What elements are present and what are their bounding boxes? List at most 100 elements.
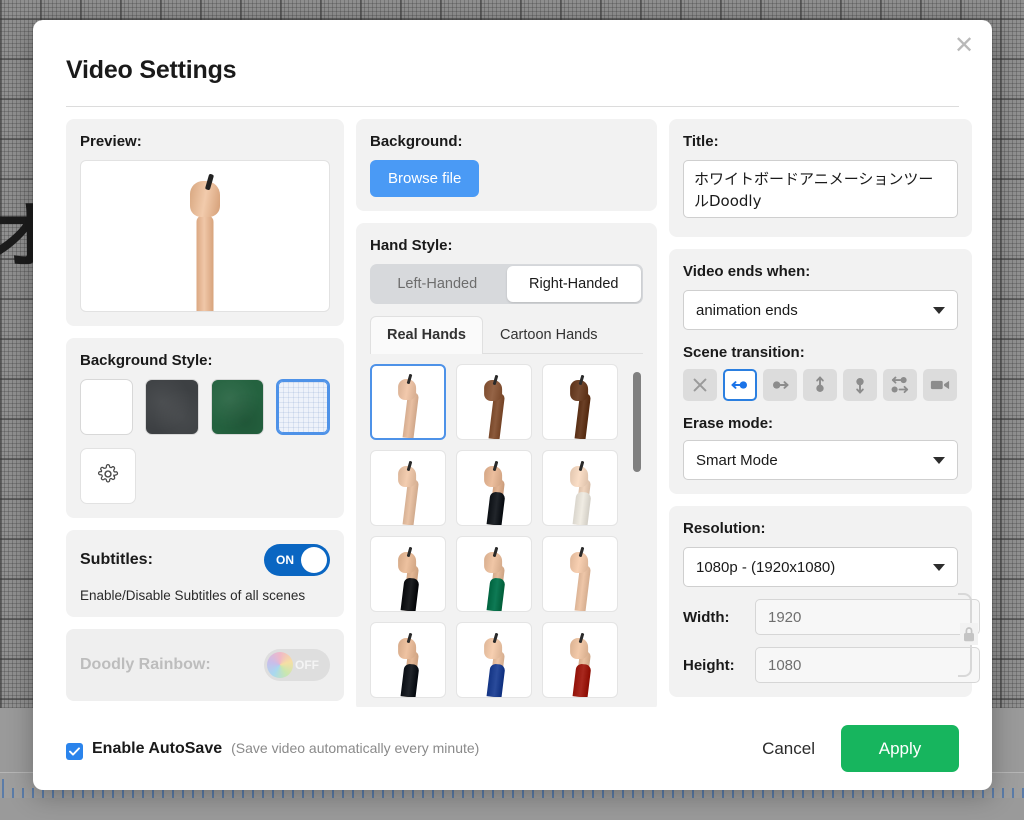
erase-mode-label: Erase mode: (683, 415, 774, 432)
autosave-group: Enable AutoSave (Save video automaticall… (66, 739, 479, 760)
ruler-tick (992, 788, 994, 798)
swatch-green-chalkboard[interactable] (210, 379, 265, 435)
autosave-label: Enable AutoSave (92, 739, 223, 757)
rainbow-toggle-state: OFF (295, 658, 319, 672)
background-swatch-list (80, 379, 331, 435)
hand-option[interactable] (542, 450, 618, 526)
erase-mode-value: Smart Mode (696, 451, 778, 469)
ruler-tick (32, 788, 34, 798)
slide-up-icon[interactable] (803, 369, 837, 401)
video-ends-select[interactable]: animation ends (683, 290, 958, 330)
swatch-blue-grid[interactable] (276, 379, 331, 435)
preview-panel: Preview: (66, 119, 344, 326)
ruler-tick (1002, 788, 1004, 798)
erase-mode-select[interactable]: Smart Mode (683, 440, 958, 480)
left-handed-option[interactable]: Left-Handed (370, 264, 505, 304)
settings-columns: Preview: Background Style: Subtitles: ON… (66, 119, 980, 712)
hand-style-label: Hand Style: (370, 237, 453, 254)
ruler-tick (22, 788, 24, 798)
no-transition-icon[interactable] (683, 369, 717, 401)
handedness-segmented-control: Left-Handed Right-Handed (370, 264, 643, 304)
background-style-panel: Background Style: (66, 338, 344, 518)
title-input[interactable] (683, 160, 958, 218)
hand-option[interactable] (542, 622, 618, 698)
right-handed-option[interactable]: Right-Handed (506, 266, 641, 302)
close-icon[interactable]: ✕ (950, 32, 978, 60)
middle-column: Background: Browse file Hand Style: Left… (356, 119, 657, 712)
background-label: Background: (370, 133, 463, 150)
hand-option[interactable] (456, 364, 532, 440)
cancel-button[interactable]: Cancel (762, 739, 815, 759)
checkmark-icon (69, 746, 80, 756)
resolution-label: Resolution: (683, 520, 766, 537)
hand-option[interactable] (456, 536, 532, 612)
resolution-value: 1080p - (1920x1080) (696, 558, 836, 576)
ruler-tick (12, 788, 14, 798)
title-field-label: Title: (683, 133, 719, 150)
browse-file-button[interactable]: Browse file (370, 160, 480, 197)
scrollbar-thumb[interactable] (633, 372, 641, 472)
video-ends-value: animation ends (696, 301, 798, 319)
chevron-down-icon (933, 306, 945, 314)
autosave-checkbox[interactable] (66, 742, 83, 760)
hand-option[interactable] (542, 536, 618, 612)
subtitles-toggle-state: ON (276, 553, 294, 567)
playback-panel: Video ends when: animation ends Scene tr… (669, 249, 972, 494)
resolution-panel: Resolution: 1080p - (1920x1080) Width: H… (669, 506, 980, 697)
lock-icon[interactable] (960, 623, 978, 645)
subtitles-toggle[interactable]: ON (264, 544, 330, 576)
dialog-footer: Enable AutoSave (Save video automaticall… (66, 707, 959, 790)
background-settings-button[interactable] (80, 448, 136, 504)
swatch-dark-chalkboard[interactable] (145, 379, 199, 435)
hand-option[interactable] (370, 364, 446, 440)
apply-button[interactable]: Apply (841, 725, 959, 772)
hand-grid-scrollbar[interactable] (633, 372, 641, 698)
dialog-title: Video Settings (66, 56, 237, 84)
doodly-rainbow-panel: Doodly Rainbow: OFF (66, 629, 344, 701)
height-label: Height: (683, 656, 735, 674)
chevron-down-icon (933, 563, 945, 571)
hand-option[interactable] (370, 536, 446, 612)
slide-down-icon[interactable] (843, 369, 877, 401)
width-input[interactable] (755, 599, 980, 635)
subtitles-panel: Subtitles: ON Enable/Disable Subtitles o… (66, 530, 344, 617)
hand-option[interactable] (370, 622, 446, 698)
hand-preview-image (80, 160, 330, 312)
rainbow-toggle[interactable]: OFF (264, 649, 330, 681)
toggle-knob (301, 547, 327, 573)
crossover-swap-icon[interactable] (883, 369, 917, 401)
video-ends-label: Video ends when: (683, 263, 811, 280)
resolution-select[interactable]: 1080p - (1920x1080) (683, 547, 958, 587)
tab-real-hands[interactable]: Real Hands (370, 316, 483, 354)
ruler-tick (1012, 788, 1014, 798)
hand-option[interactable] (456, 450, 532, 526)
footer-actions: Cancel Apply (762, 725, 959, 772)
title-panel: Title: (669, 119, 972, 237)
chevron-down-icon (933, 456, 945, 464)
video-camera-icon[interactable] (923, 369, 957, 401)
tab-cartoon-hands[interactable]: Cartoon Hands (483, 316, 615, 353)
slide-left-icon[interactable] (723, 369, 757, 401)
rainbow-row: Doodly Rainbow: OFF (80, 643, 330, 687)
hand-option[interactable] (370, 450, 446, 526)
hand-grid (370, 364, 643, 698)
ruler-tick (2, 779, 4, 798)
hand-type-tabs: Real Hands Cartoon Hands (370, 316, 643, 354)
video-settings-dialog: ✕ Video Settings Preview: Background Sty… (33, 20, 992, 790)
scene-transition-options (683, 369, 958, 401)
subtitles-description: Enable/Disable Subtitles of all scenes (80, 588, 306, 603)
height-input[interactable] (755, 647, 980, 683)
ruler-bottom-strip (0, 798, 1024, 820)
hand-option[interactable] (542, 364, 618, 440)
swatch-white[interactable] (80, 379, 134, 435)
height-row: Height: (683, 647, 980, 683)
slide-right-icon[interactable] (763, 369, 797, 401)
rainbow-label: Doodly Rainbow: (80, 656, 211, 673)
rainbow-toggle-knob (267, 652, 293, 678)
preview-label: Preview: (80, 133, 142, 150)
hand-option[interactable] (456, 622, 532, 698)
background-style-label: Background Style: (80, 352, 213, 369)
width-row: Width: (683, 599, 980, 635)
title-divider (66, 106, 959, 107)
left-column: Preview: Background Style: Subtitles: ON… (66, 119, 344, 707)
